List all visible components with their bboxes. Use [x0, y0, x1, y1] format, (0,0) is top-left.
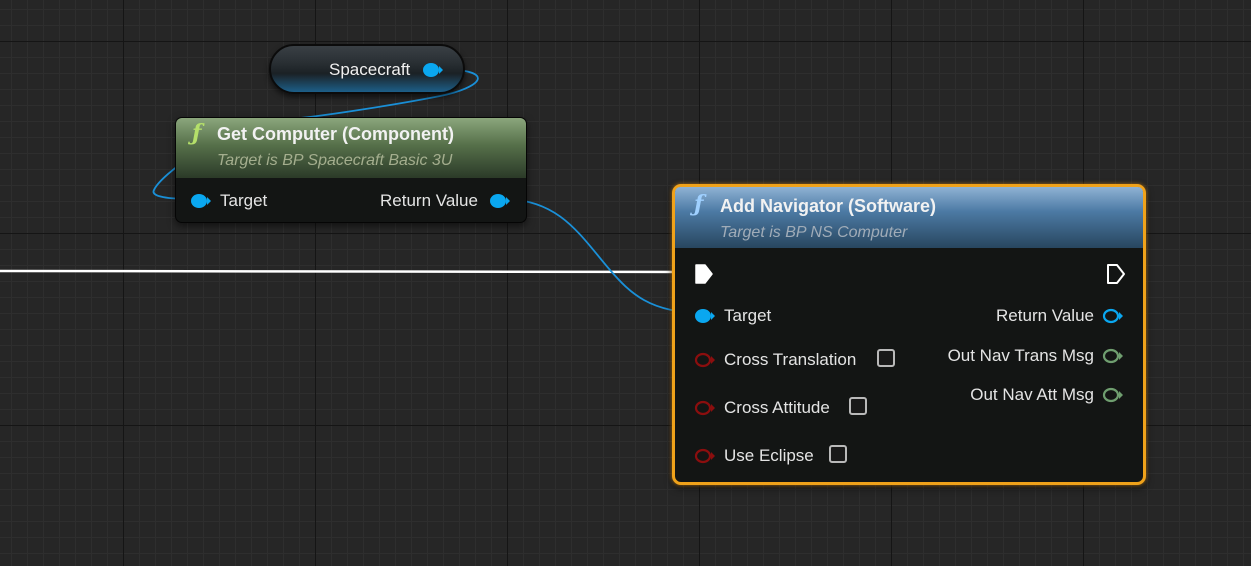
add-navigator-return-value-label: Return Value [996, 306, 1094, 325]
cross-translation-label: Cross Translation [724, 350, 857, 369]
cross-translation-checkbox[interactable] [877, 349, 895, 367]
get-computer-title: Get Computer (Component) [217, 124, 454, 144]
get-computer-return-value-label: Return Value [380, 191, 478, 210]
spacecraft-variable-node[interactable]: Spacecraft [269, 44, 465, 94]
out-nav-trans-msg-pin[interactable] [1102, 347, 1124, 365]
add-navigator-target-label: Target [724, 306, 772, 325]
get-computer-node[interactable]: ƒ Get Computer (Component) Target is BP … [175, 117, 527, 223]
add-navigator-header[interactable]: ƒ Add Navigator (Software) Target is BP … [675, 187, 1143, 248]
spacecraft-output-pin[interactable] [422, 61, 444, 79]
add-navigator-target-pin[interactable] [694, 307, 716, 325]
out-nav-att-msg-label: Out Nav Att Msg [970, 385, 1094, 404]
add-navigator-return-value-pin[interactable] [1102, 307, 1124, 325]
spacecraft-label: Spacecraft [329, 60, 411, 79]
add-navigator-subtitle: Target is BP NS Computer [720, 224, 908, 241]
cross-attitude-pin[interactable] [694, 399, 716, 417]
get-computer-header[interactable]: ƒ Get Computer (Component) Target is BP … [176, 118, 526, 178]
add-navigator-node[interactable]: ƒ Add Navigator (Software) Target is BP … [672, 184, 1146, 485]
get-computer-return-value-pin[interactable] [489, 192, 511, 210]
use-eclipse-pin[interactable] [694, 447, 716, 465]
cross-attitude-label: Cross Attitude [724, 398, 830, 417]
cross-attitude-checkbox[interactable] [849, 397, 867, 415]
out-nav-att-msg-pin[interactable] [1102, 386, 1124, 404]
get-computer-target-label: Target [220, 191, 268, 210]
add-navigator-title: Add Navigator (Software) [720, 196, 937, 216]
function-icon: ƒ [192, 120, 202, 146]
cross-translation-pin[interactable] [694, 351, 716, 369]
function-icon: ƒ [694, 191, 704, 217]
out-nav-trans-msg-label: Out Nav Trans Msg [947, 346, 1094, 365]
use-eclipse-label: Use Eclipse [724, 446, 814, 465]
get-computer-subtitle: Target is BP Spacecraft Basic 3U [217, 152, 453, 169]
exec-wire[interactable] [0, 269, 695, 274]
exec-input-pin[interactable] [694, 263, 714, 285]
use-eclipse-checkbox[interactable] [829, 445, 847, 463]
exec-output-pin[interactable] [1106, 263, 1126, 285]
get-computer-target-pin[interactable] [190, 192, 212, 210]
